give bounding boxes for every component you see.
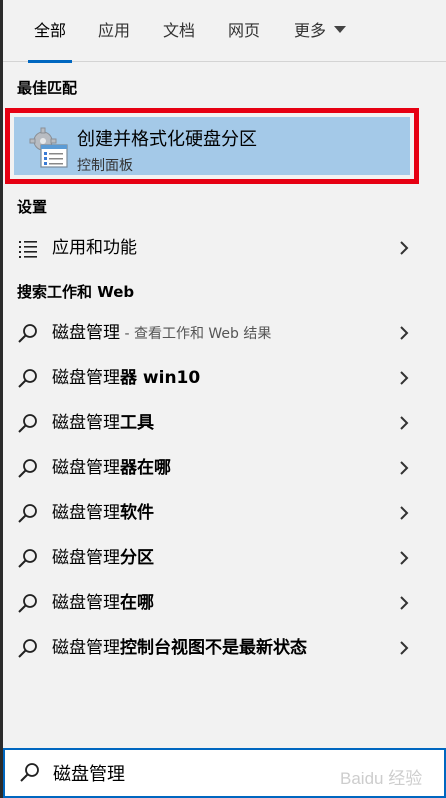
tab-more-label: 更多 [294,21,327,40]
search-icon [18,594,37,613]
web-result-row[interactable]: 磁盘管理器在哪 [3,446,446,490]
search-icon [18,324,37,343]
web-result-row[interactable]: 磁盘管理器 win10 [3,356,446,400]
caret-down-icon [334,26,347,33]
web-result-text: 磁盘管理软件 [52,503,154,523]
search-icon [18,549,37,568]
web-result-row[interactable]: 磁盘管理工具 [3,401,446,445]
chevron-right-icon[interactable] [396,460,412,476]
search-icon [18,459,37,478]
section-settings: 设置 [17,198,48,216]
settings-item-apps-features[interactable]: 应用和功能 [3,226,446,270]
web-result-text: 磁盘管理器在哪 [52,458,171,478]
web-result-row[interactable]: 磁盘管理软件 [3,491,446,535]
section-search-web: 搜索工作和 Web [17,283,135,301]
web-result-text: 磁盘管理控制台视图不是最新状态 [52,638,307,658]
search-icon [18,414,37,433]
web-result-text: 磁盘管理工具 [52,413,154,433]
chevron-right-icon[interactable] [396,325,412,341]
tab-web[interactable]: 网页 [228,0,260,62]
tab-documents[interactable]: 文档 [163,0,195,62]
section-best-match: 最佳匹配 [17,79,78,97]
best-match-subtitle: 控制面板 [77,158,133,174]
settings-item-label: 应用和功能 [52,238,137,258]
baidu-watermark: Baidu 经验 [340,769,422,788]
chevron-right-icon[interactable] [396,550,412,566]
chevron-right-icon[interactable] [396,505,412,521]
filter-tabs: 全部 应用 文档 网页 更多 [3,0,446,63]
web-result-text: 磁盘管理在哪 [52,593,154,613]
tab-all[interactable]: 全部 [27,0,73,63]
best-match-highlight: 创建并格式化硬盘分区 控制面板 [14,117,410,175]
chevron-right-icon[interactable] [396,415,412,431]
search-bar[interactable]: Baidu 经验 [3,748,446,798]
control-panel-icon [29,127,68,168]
chevron-right-icon[interactable] [396,240,412,256]
tab-apps[interactable]: 应用 [98,0,130,62]
web-result-text: 磁盘管理 - 查看工作和 Web 结果 [52,323,272,343]
search-icon [20,763,39,782]
web-result-text: 磁盘管理分区 [52,548,154,568]
tab-more[interactable]: 更多 [294,0,347,62]
svg-text:Baidu 经验: Baidu 经验 [340,769,422,788]
best-match-item[interactable]: 创建并格式化硬盘分区 控制面板 [5,108,419,184]
chevron-right-icon[interactable] [396,370,412,386]
list-icon [19,241,37,258]
web-result-row[interactable]: 磁盘管理分区 [3,536,446,580]
search-icon [18,639,37,658]
web-result-row[interactable]: 磁盘管理在哪 [3,581,446,625]
chevron-right-icon[interactable] [396,640,412,656]
web-result-row[interactable]: 磁盘管理控制台视图不是最新状态 [3,626,446,670]
best-match-title: 创建并格式化硬盘分区 [77,129,257,150]
web-result-text: 磁盘管理器 win10 [52,368,201,388]
web-result-row[interactable]: 磁盘管理 - 查看工作和 Web 结果 [3,311,446,355]
search-icon [18,504,37,523]
search-icon [18,369,37,388]
chevron-right-icon[interactable] [396,595,412,611]
